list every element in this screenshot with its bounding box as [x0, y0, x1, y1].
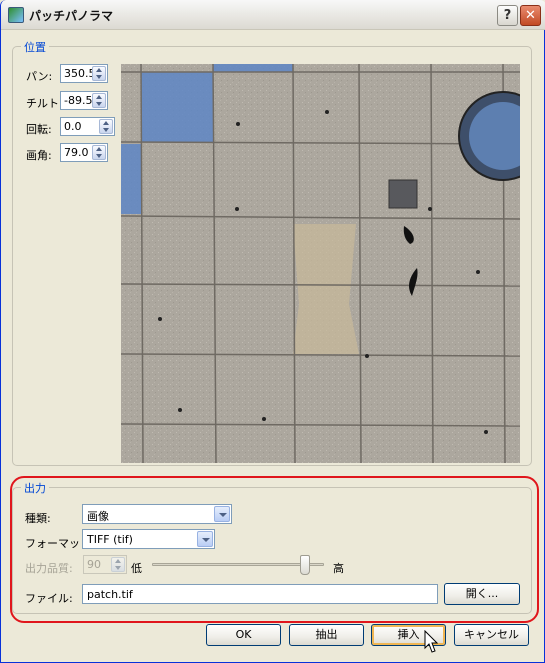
- chevron-down-icon[interactable]: [197, 531, 213, 547]
- spin-arrows-icon: [111, 557, 125, 572]
- tilt-spinbox[interactable]: -89.5: [60, 91, 108, 110]
- quality-value: 90: [87, 558, 101, 571]
- extract-button[interactable]: 抽出: [289, 624, 364, 646]
- quality-slider-track[interactable]: [152, 563, 324, 566]
- close-button[interactable]: ✕: [520, 5, 541, 26]
- window-title: パッチパノラマ: [29, 9, 114, 23]
- dialog-window: パッチパノラマ ? ✕ 位置 パン: 350.5 チルト: -89.5 回転: …: [0, 0, 545, 663]
- title-bar: パッチパノラマ ? ✕: [1, 0, 545, 30]
- file-path-input[interactable]: patch.tif: [82, 584, 438, 604]
- type-label: 種類:: [25, 512, 51, 525]
- fov-spinbox[interactable]: 79.0: [60, 143, 108, 162]
- rotation-label: 回転:: [26, 123, 52, 136]
- cancel-button[interactable]: キャンセル: [454, 624, 529, 646]
- quality-high-label: 高: [333, 562, 344, 575]
- quality-spinbox: 90: [83, 555, 127, 574]
- spin-arrows-icon[interactable]: [92, 145, 106, 160]
- quality-slider-thumb[interactable]: [300, 555, 310, 575]
- spin-arrows-icon[interactable]: [92, 66, 106, 81]
- fov-label: 画角:: [26, 149, 52, 162]
- file-label: ファイル:: [25, 592, 73, 605]
- panorama-app-icon: [8, 7, 24, 23]
- position-legend: 位置: [21, 39, 49, 55]
- tilt-value: -89.5: [64, 94, 93, 107]
- patch-preview-image[interactable]: [121, 64, 520, 463]
- ok-button[interactable]: OK: [206, 624, 281, 646]
- format-select[interactable]: TIFF (tif): [82, 529, 215, 549]
- mouse-pointer-icon: [424, 630, 438, 653]
- fov-value: 79.0: [64, 146, 89, 159]
- help-button[interactable]: ?: [497, 5, 518, 26]
- pan-value: 350.5: [64, 67, 96, 80]
- rotation-spinbox[interactable]: 0.0: [60, 117, 115, 136]
- type-value: 画像: [87, 510, 109, 523]
- pan-label: パン:: [26, 70, 53, 83]
- output-legend: 出力: [21, 480, 49, 496]
- rotation-value: 0.0: [64, 120, 82, 133]
- tilt-label: チルト:: [26, 97, 63, 110]
- quality-low-label: 低: [131, 562, 142, 575]
- format-value: TIFF (tif): [87, 533, 133, 546]
- quality-label: 出力品質:: [25, 562, 73, 575]
- spin-arrows-icon[interactable]: [99, 119, 113, 134]
- spin-arrows-icon[interactable]: [92, 93, 106, 108]
- type-select[interactable]: 画像: [82, 504, 232, 524]
- pan-spinbox[interactable]: 350.5: [60, 64, 108, 83]
- open-file-button[interactable]: 開く...: [444, 583, 520, 605]
- chevron-down-icon[interactable]: [214, 506, 230, 522]
- file-path-value: patch.tif: [87, 588, 133, 601]
